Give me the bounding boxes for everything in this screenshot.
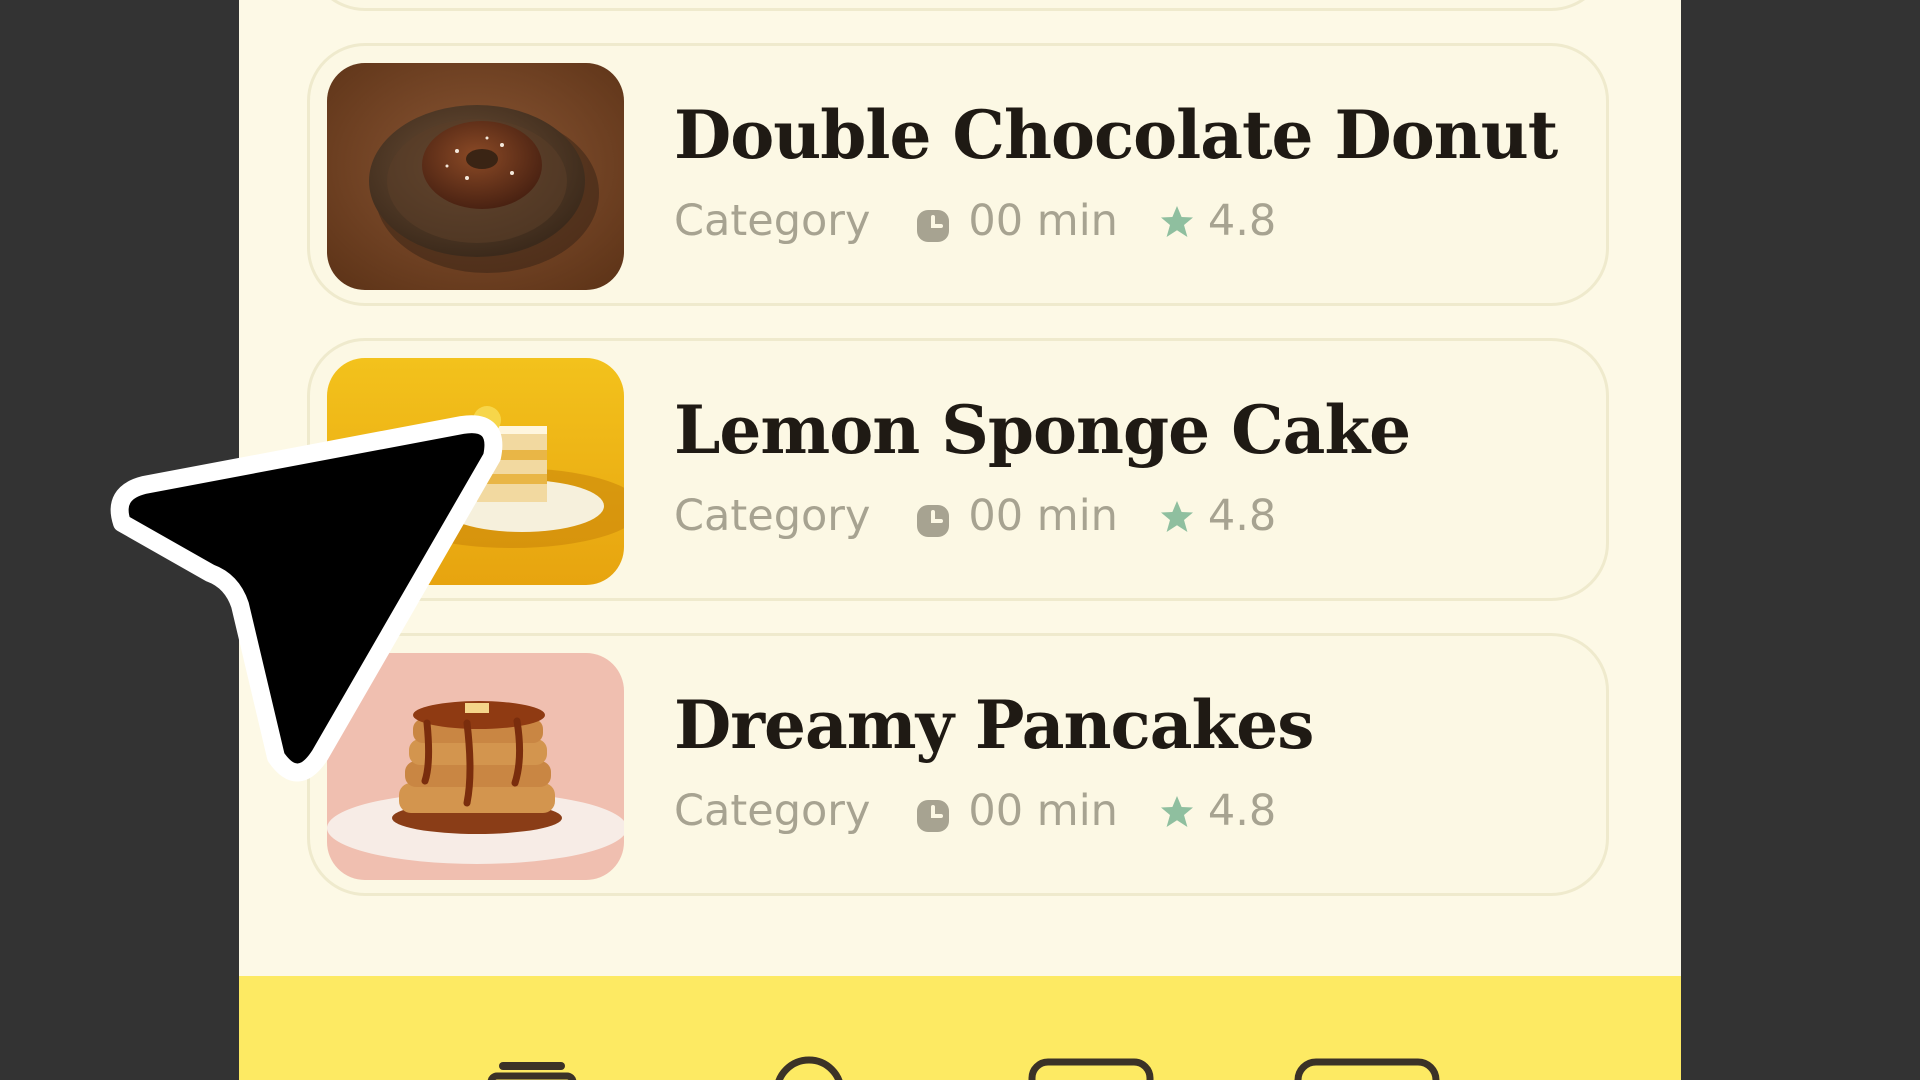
- bottom-nav-bar: [239, 976, 1681, 1080]
- star-icon: [1158, 202, 1196, 240]
- recipe-rating: 4.8: [1207, 491, 1277, 541]
- recipe-rating: 4.8: [1207, 786, 1277, 836]
- recipe-rating: 4.8: [1207, 196, 1277, 246]
- recipe-card[interactable]: Double Chocolate Donut Category 00 min 4…: [307, 43, 1609, 306]
- search-icon[interactable]: [759, 1054, 859, 1080]
- recipe-meta: Category 00 min 4.8: [674, 196, 1276, 246]
- recipe-category: Category: [674, 196, 871, 246]
- recipe-duration: 00 min: [968, 786, 1118, 836]
- recipe-category: Category: [674, 491, 871, 541]
- recipe-meta: Category 00 min 4.8: [674, 786, 1276, 836]
- star-icon: [1158, 792, 1196, 830]
- bookmark-icon[interactable]: [1028, 1054, 1154, 1080]
- home-icon[interactable]: [483, 1054, 583, 1080]
- recipe-duration: 00 min: [968, 196, 1118, 246]
- recipe-card-partial[interactable]: [307, 0, 1609, 11]
- clock-icon: [916, 204, 950, 242]
- recipe-title: Double Chocolate Donut: [674, 96, 1558, 174]
- recipe-title: Dreamy Pancakes: [674, 686, 1314, 764]
- recipe-category: Category: [674, 786, 871, 836]
- donut-photo: [327, 63, 624, 290]
- recipe-title: Lemon Sponge Cake: [674, 391, 1411, 469]
- recipe-duration: 00 min: [968, 491, 1118, 541]
- star-icon: [1158, 497, 1196, 535]
- profile-icon[interactable]: [1294, 1054, 1440, 1080]
- clock-icon: [916, 794, 950, 832]
- recipe-meta: Category 00 min 4.8: [674, 491, 1276, 541]
- clock-icon: [916, 499, 950, 537]
- cursor-pointer-icon: [100, 405, 520, 785]
